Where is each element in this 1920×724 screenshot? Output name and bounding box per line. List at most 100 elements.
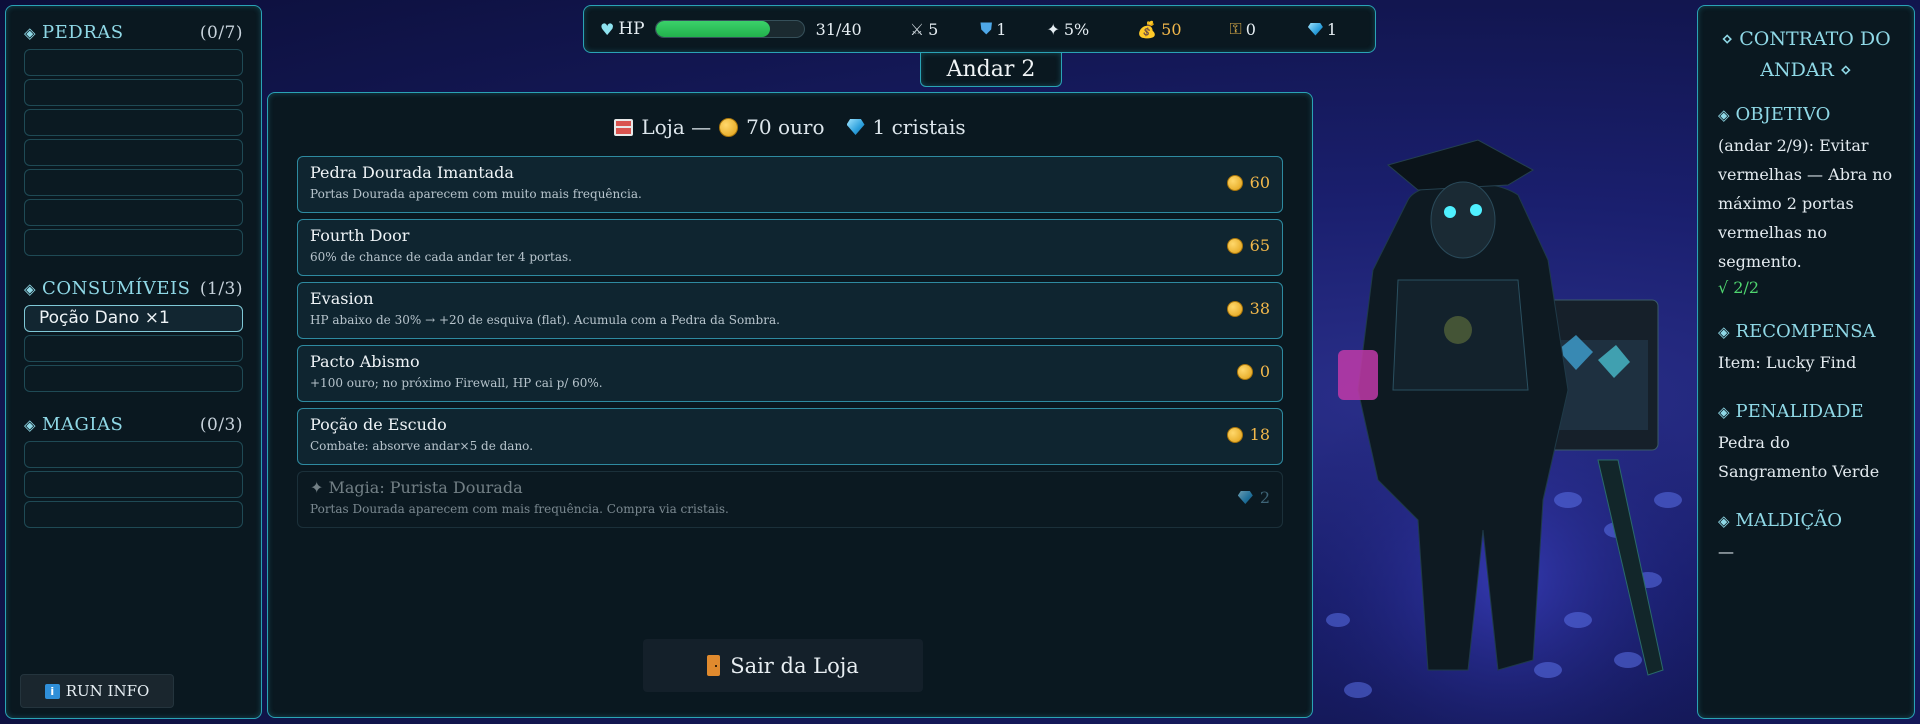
- objective-text: (andar 2/9): Evitar vermelhas — Abra no …: [1718, 136, 1893, 271]
- shop-header: Loja — 70 ouro 1 cristais: [268, 115, 1312, 139]
- run-info-button[interactable]: i RUN INFO: [20, 674, 174, 708]
- hp-display: ♥ HP 31/40: [600, 19, 862, 39]
- heart-icon: ♥: [600, 19, 615, 39]
- curse-title: MALDIÇÃO: [1735, 510, 1842, 531]
- item-desc: Portas Dourada aparecem com muito mais f…: [310, 187, 642, 201]
- shop-chest-icon: [614, 118, 634, 136]
- swords-icon: ⚔: [909, 19, 925, 39]
- shop-item[interactable]: Pacto Abismo +100 ouro; no próximo Firew…: [297, 345, 1283, 402]
- key-icon: ⚿: [1229, 19, 1242, 38]
- consumable-slot-damage-potion[interactable]: Poção Dano ×1: [24, 305, 243, 332]
- objective-progress: √ 2/2: [1718, 278, 1760, 297]
- price-value: 65: [1249, 236, 1270, 255]
- gem-icon: [1307, 22, 1323, 36]
- spells-title: MAGIAS: [42, 414, 124, 435]
- defense-stat: ⛊ 1: [980, 19, 1006, 39]
- spells-header: ◈ MAGIAS (0/3): [24, 414, 243, 435]
- shop-item[interactable]: Pedra Dourada Imantada Portas Dourada ap…: [297, 156, 1283, 213]
- hp-bar-fill: [655, 21, 771, 37]
- item-desc: +100 ouro; no próximo Firewall, HP cai p…: [310, 376, 603, 390]
- item-desc: HP abaixo de 30% → +20 de esquiva (flat)…: [310, 313, 780, 327]
- spell-slot[interactable]: [24, 441, 243, 468]
- item-name: Poção de Escudo: [310, 415, 447, 434]
- gold-coin-icon: [1226, 237, 1243, 254]
- hp-label: HP: [618, 19, 645, 39]
- reward-header: ◈ RECOMPENSA: [1718, 321, 1894, 342]
- item-desc: Combate: absorve andar×5 de dano.: [310, 439, 534, 453]
- crit-stat: ✦ 5%: [1046, 20, 1089, 39]
- reward-title: RECOMPENSA: [1735, 321, 1876, 342]
- gold-coin-icon: [1226, 426, 1243, 443]
- item-desc: Portas Dourada aparecem com mais frequên…: [310, 502, 729, 516]
- shop-item[interactable]: Evasion HP abaixo de 30% → +20 de esquiv…: [297, 282, 1283, 339]
- stone-slot[interactable]: [24, 109, 243, 136]
- stones-count: (0/7): [199, 22, 243, 43]
- hp-value: 31/40: [815, 19, 862, 39]
- contract-title: ⋄ CONTRATO DO ANDAR ⋄: [1721, 28, 1891, 81]
- shop-item[interactable]: Poção de Escudo Combate: absorve andar×5…: [297, 408, 1283, 465]
- exit-shop-button[interactable]: Sair da Loja: [643, 639, 923, 692]
- shop-panel: Loja — 70 ouro 1 cristais Pedra Dourada …: [267, 92, 1313, 718]
- stone-slot[interactable]: [24, 49, 243, 76]
- shop-gold: 70 ouro: [746, 115, 825, 139]
- pirate-character-art: [1318, 139, 1696, 724]
- curse-section: ◈ MALDIÇÃO —: [1718, 510, 1894, 566]
- item-price: 18: [1226, 425, 1270, 444]
- keys-stat: ⚿ 0: [1230, 19, 1256, 39]
- stone-slot[interactable]: [24, 79, 243, 106]
- shop-items-list: Pedra Dourada Imantada Portas Dourada ap…: [297, 156, 1283, 534]
- item-price: 38: [1226, 299, 1270, 318]
- objective-title: OBJETIVO: [1735, 104, 1831, 125]
- gold-coin-icon: [1236, 363, 1253, 380]
- curse-text: —: [1718, 542, 1734, 561]
- floor-contract-panel: ⋄ CONTRATO DO ANDAR ⋄ ◈ OBJETIVO (andar 2…: [1697, 5, 1915, 719]
- defense-value: 1: [996, 19, 1007, 39]
- reward-text: Item: Lucky Find: [1718, 353, 1857, 372]
- stone-slot[interactable]: [24, 169, 243, 196]
- diamond-icon: ◈: [24, 416, 37, 434]
- shop-title: Loja —: [641, 115, 712, 139]
- stone-slot[interactable]: [24, 139, 243, 166]
- attack-value: 5: [928, 19, 939, 39]
- spell-slot[interactable]: [24, 501, 243, 528]
- price-value: 0: [1259, 362, 1270, 381]
- stone-slot[interactable]: [24, 199, 243, 226]
- item-price: 0: [1236, 362, 1270, 381]
- stones-title: PEDRAS: [42, 22, 124, 43]
- item-name: Evasion: [310, 289, 374, 308]
- gems-value: 1: [1326, 19, 1338, 39]
- penalty-header: ◈ PENALIDADE: [1718, 401, 1894, 422]
- spell-slot[interactable]: [24, 471, 243, 498]
- stone-slot[interactable]: [24, 229, 243, 256]
- item-price: 60: [1226, 173, 1270, 192]
- item-price: 2: [1237, 488, 1270, 507]
- diamond-icon: ◈: [1718, 323, 1730, 341]
- consumable-slot[interactable]: [24, 335, 243, 362]
- item-desc: 60% de chance de cada andar ter 4 portas…: [310, 250, 572, 264]
- price-value: 18: [1249, 425, 1270, 444]
- item-name: ✦ Magia: Purista Dourada: [310, 478, 523, 497]
- diamond-icon: ◈: [1718, 512, 1730, 530]
- sparkle-icon: ✦: [1046, 19, 1060, 39]
- crit-value: 5%: [1063, 19, 1090, 39]
- shop-item[interactable]: Fourth Door 60% de chance de cada andar …: [297, 219, 1283, 276]
- diamond-icon: ◈: [24, 280, 37, 298]
- reward-section: ◈ RECOMPENSA Item: Lucky Find: [1718, 321, 1894, 377]
- item-name: Pacto Abismo: [310, 352, 420, 371]
- consumables-title: CONSUMÍVEIS: [42, 278, 191, 299]
- gold-coin-icon: [1226, 174, 1243, 191]
- gold-coin-icon: [719, 117, 739, 137]
- door-icon: [707, 655, 721, 676]
- consumable-slot[interactable]: [24, 365, 243, 392]
- run-info-label: RUN INFO: [65, 682, 150, 700]
- objective-header: ◈ OBJETIVO: [1718, 104, 1894, 125]
- stones-section: ◈ PEDRAS (0/7): [24, 22, 243, 256]
- crystal-icon: [846, 119, 865, 135]
- crystal-icon: [1237, 491, 1253, 504]
- item-name: Fourth Door: [310, 226, 410, 245]
- diamond-icon: ◈: [1718, 403, 1730, 421]
- attack-stat: ⚔ 5: [910, 20, 939, 39]
- consumables-section: ◈ CONSUMÍVEIS (1/3) Poção Dano ×1: [24, 278, 243, 392]
- diamond-icon: ◈: [24, 24, 37, 42]
- shop-crystals: 1 cristais: [872, 115, 966, 139]
